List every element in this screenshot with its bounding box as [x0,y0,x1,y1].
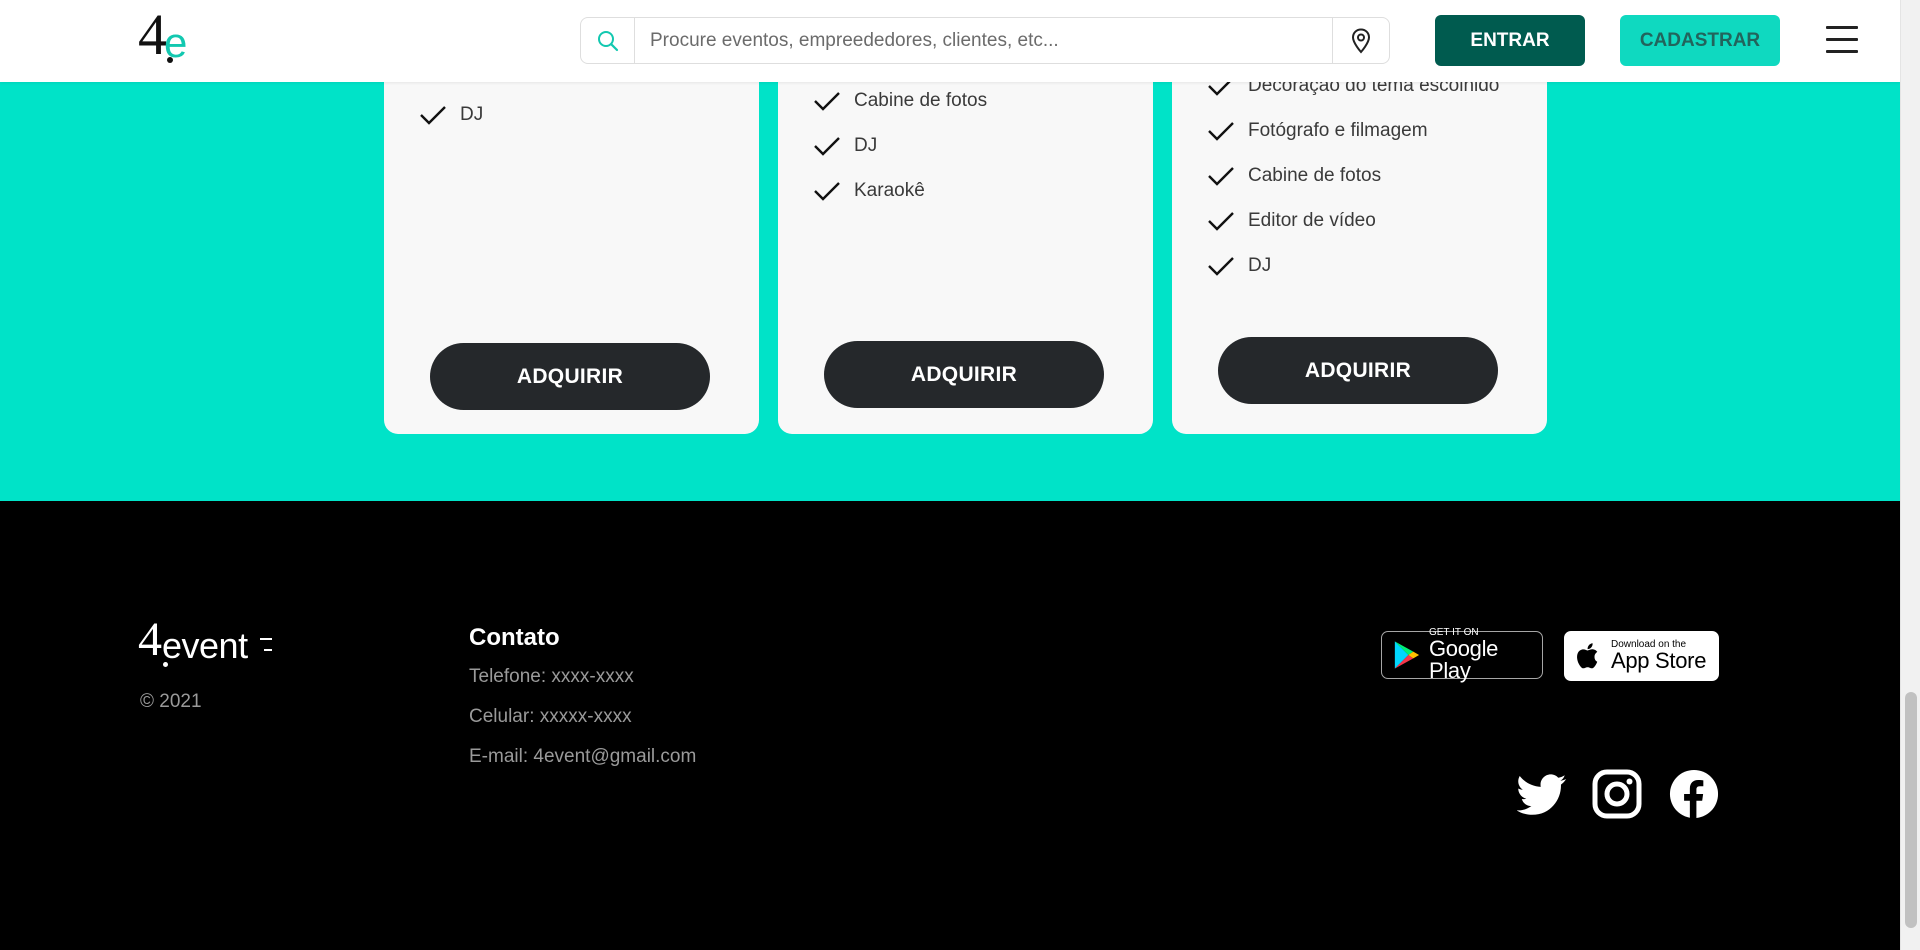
plan-feature-label: Karaokê [854,180,925,201]
plan-feature-label: DJ [460,104,484,125]
google-play-badge[interactable]: GET IT ON Google Play [1381,628,1543,683]
apple-icon [1577,643,1598,669]
login-button[interactable]: ENTRAR [1435,15,1585,66]
check-icon [420,106,446,125]
copyright: © 2021 [140,691,202,712]
page: DJ ADQUIRIR Cabine de fotos DJ Karaokê A… [0,0,1900,950]
plan-feature: DJ [419,100,483,130]
contact-phone: Telefone: xxxx-xxxx [469,666,634,687]
location-button[interactable] [1332,18,1389,63]
check-icon [1208,167,1234,186]
instagram-icon[interactable] [1592,769,1642,819]
map-pin-icon [1351,27,1371,54]
facebook-icon[interactable] [1669,769,1719,819]
plan-feature-label: DJ [854,135,878,156]
plan-feature-label: DJ [1248,255,1272,276]
app-store-badge[interactable]: Download on the App Store [1564,631,1719,681]
app-store-big: App Store [1611,648,1707,673]
scrollbar-thumb[interactable] [1905,692,1917,928]
check-icon [814,92,840,111]
plan-feature: Fotógrafo e filmagem [1207,116,1428,146]
buy-button[interactable]: ADQUIRIR [824,341,1104,408]
footer: 4 event © 2021 Contato Telefone: xxxx-xx… [0,501,1900,950]
check-icon [1208,122,1234,141]
plan-feature-label: Cabine de fotos [1248,165,1382,186]
plan-feature-label: Cabine de fotos [854,90,988,111]
check-icon [814,182,840,201]
plan-feature: DJ [1207,251,1271,281]
hamburger-menu-icon[interactable] [1826,26,1858,54]
plan-feature-label: Editor de vídeo [1248,210,1376,231]
search-bar [580,17,1390,64]
plan-feature: DJ [813,131,877,161]
plan-feature: Cabine de fotos [813,86,987,116]
plan-feature-label: Fotógrafo e filmagem [1248,120,1428,141]
signup-button[interactable]: CADASTRAR [1620,15,1780,66]
footer-logo[interactable]: 4 event [138,616,278,670]
twitter-icon[interactable] [1517,770,1567,820]
top-navbar: 4 e ENTRAR CADASTRAR [0,0,1900,82]
buy-button[interactable]: ADQUIRIR [430,343,710,410]
buy-button[interactable]: ADQUIRIR [1218,337,1498,404]
check-icon [1208,212,1234,231]
google-play-big: Google Play [1428,636,1499,683]
contact-title: Contato [469,624,560,651]
search-button[interactable] [581,18,635,63]
contact-email: E-mail: 4event@gmail.com [469,746,697,767]
plan-feature: Karaokê [813,176,925,206]
page-scrollbar[interactable] [1900,0,1920,950]
plan-feature: Cabine de fotos [1207,161,1381,191]
plan-feature: Editor de vídeo [1207,206,1376,236]
brand-logo[interactable]: 4 e [138,6,198,68]
check-icon [1208,257,1234,276]
google-play-icon [1394,641,1420,669]
contact-mobile: Celular: xxxxx-xxxx [469,706,632,727]
search-icon [597,30,618,51]
check-icon [814,137,840,156]
search-input[interactable] [635,18,1335,63]
